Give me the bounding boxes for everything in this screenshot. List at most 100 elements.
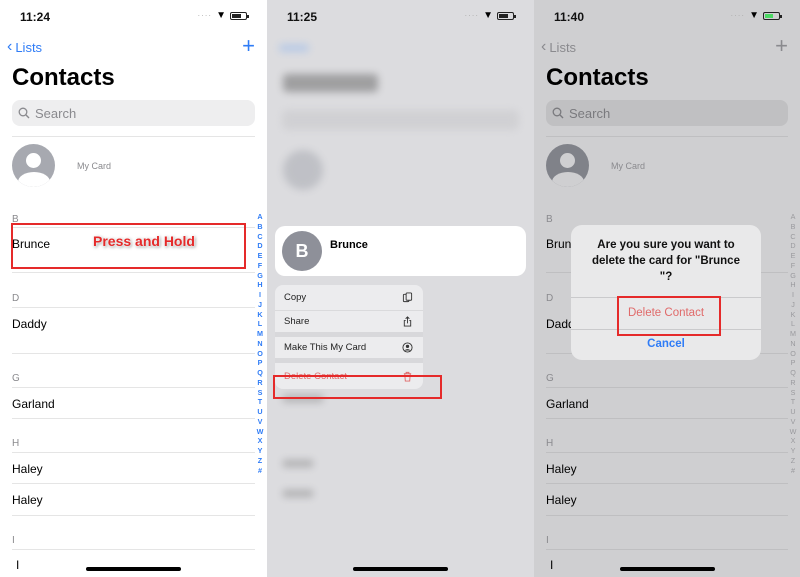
index-letter[interactable]: T (791, 397, 795, 407)
contact-row-daddy[interactable]: Daddy (12, 317, 47, 331)
index-letter[interactable]: Z (258, 456, 262, 466)
index-letter[interactable]: O (257, 349, 263, 359)
index-letter[interactable]: O (790, 349, 796, 359)
index-letter[interactable]: V (258, 417, 263, 427)
index-letter[interactable]: R (790, 378, 795, 388)
back-button[interactable]: ‹ Lists (541, 38, 576, 56)
index-letter[interactable]: # (258, 466, 262, 476)
index-letter[interactable]: Q (257, 368, 263, 378)
contact-preview-card[interactable]: B Brunce (275, 226, 526, 276)
index-letter[interactable]: I (259, 290, 261, 300)
index-letter[interactable]: C (790, 232, 795, 242)
status-time: 11:25 (287, 10, 318, 24)
menu-item-copy[interactable]: Copy (275, 285, 423, 311)
index-letter[interactable]: G (790, 271, 796, 281)
index-letter[interactable]: X (791, 436, 796, 446)
divider (546, 452, 788, 453)
contact-row-i[interactable]: I (550, 558, 553, 572)
index-letter[interactable]: K (791, 310, 796, 320)
contact-row-haley[interactable]: Haley (12, 462, 43, 476)
section-header-d: D (546, 293, 554, 304)
contact-row-haley[interactable]: Haley (546, 462, 577, 476)
index-letter[interactable]: Y (258, 446, 263, 456)
index-letter[interactable]: B (257, 222, 262, 232)
my-card-label: My Card (611, 160, 646, 171)
index-letter[interactable]: R (257, 378, 262, 388)
divider (12, 353, 255, 354)
index-letter[interactable]: S (258, 388, 263, 398)
contact-row-haley-2[interactable]: Haley (12, 493, 43, 507)
page-title: Contacts (12, 64, 115, 91)
index-letter[interactable]: D (790, 241, 795, 251)
index-letter[interactable]: K (257, 310, 262, 320)
highlight-box (617, 296, 721, 336)
contact-row-garland[interactable]: Garland (12, 397, 55, 411)
divider (546, 136, 788, 137)
index-letter[interactable]: W (257, 427, 264, 437)
add-contact-button[interactable]: + (775, 33, 788, 59)
index-letter[interactable]: G (257, 271, 263, 281)
index-letter[interactable]: S (791, 388, 796, 398)
index-letter[interactable]: P (791, 358, 796, 368)
divider (12, 136, 255, 137)
index-letter[interactable]: N (790, 339, 795, 349)
index-letter[interactable]: Y (791, 446, 796, 456)
panel-delete-confirmation: 11:40 ···· ▼ ‹ Lists + Contacts Search M… (534, 0, 800, 577)
index-letter[interactable]: D (257, 241, 262, 251)
menu-item-label: Share (284, 316, 310, 327)
index-letter[interactable]: E (791, 251, 796, 261)
menu-item-share[interactable]: Share (275, 311, 423, 337)
index-letter[interactable]: # (791, 466, 795, 476)
index-letter[interactable]: L (258, 319, 262, 329)
index-letter[interactable]: H (257, 280, 262, 290)
index-letter[interactable]: H (790, 280, 795, 290)
index-letter[interactable]: X (258, 436, 263, 446)
section-header-h: H (12, 438, 20, 449)
index-letter[interactable]: V (791, 417, 796, 427)
section-index[interactable]: A B C D E F G H I J K L M N O P Q R S T U V W X Y Z # (789, 212, 797, 475)
index-letter[interactable]: B (791, 222, 796, 232)
index-letter[interactable]: I (792, 290, 794, 300)
section-index[interactable]: A B C D E F G H I J K L M N O P Q R S T U V W X Y Z # (256, 212, 264, 475)
my-card-row[interactable]: My Card (12, 144, 111, 187)
index-letter[interactable]: Q (790, 368, 796, 378)
index-letter[interactable]: J (791, 300, 795, 310)
index-letter[interactable]: T (258, 397, 262, 407)
search-input[interactable]: Search (12, 100, 255, 126)
battery-charging-icon (763, 11, 782, 20)
index-letter[interactable]: L (791, 319, 795, 329)
menu-item-make-my-card[interactable]: Make This My Card (275, 337, 423, 363)
index-letter[interactable]: E (258, 251, 263, 261)
panel-contacts-list: 11:24 ···· ▼ ‹ Lists + Contacts Search M… (0, 0, 267, 577)
index-letter[interactable]: J (258, 300, 262, 310)
index-letter[interactable]: A (791, 212, 796, 222)
index-letter[interactable]: Z (791, 456, 795, 466)
contact-row-garland[interactable]: Garland (546, 397, 589, 411)
index-letter[interactable]: N (257, 339, 262, 349)
index-letter[interactable]: A (257, 212, 262, 222)
index-letter[interactable]: U (790, 407, 795, 417)
page-title: Contacts (546, 64, 649, 91)
wifi-icon: ▼ (216, 10, 226, 21)
add-contact-button[interactable]: + (242, 33, 255, 59)
divider (546, 387, 788, 388)
index-letter[interactable]: P (258, 358, 263, 368)
index-letter[interactable]: F (791, 261, 795, 271)
search-input[interactable]: Search (546, 100, 788, 126)
index-letter[interactable]: M (257, 329, 263, 339)
index-letter[interactable]: M (790, 329, 796, 339)
wifi-icon: ▼ (483, 10, 493, 21)
cancel-button[interactable]: Cancel (571, 338, 761, 350)
contact-name: Brunce (330, 239, 368, 251)
contact-row-haley-2[interactable]: Haley (546, 493, 577, 507)
index-letter[interactable]: F (258, 261, 262, 271)
my-card-row[interactable]: My Card (546, 144, 645, 187)
index-letter[interactable]: W (790, 427, 797, 437)
chevron-left-icon: ‹ (541, 38, 547, 55)
contact-row-brunce[interactable]: Brun (546, 237, 571, 251)
index-letter[interactable]: C (257, 232, 262, 242)
section-header-g: G (12, 373, 20, 384)
contact-row-i[interactable]: I (16, 558, 19, 572)
index-letter[interactable]: U (257, 407, 262, 417)
back-button[interactable]: ‹ Lists (7, 38, 42, 56)
